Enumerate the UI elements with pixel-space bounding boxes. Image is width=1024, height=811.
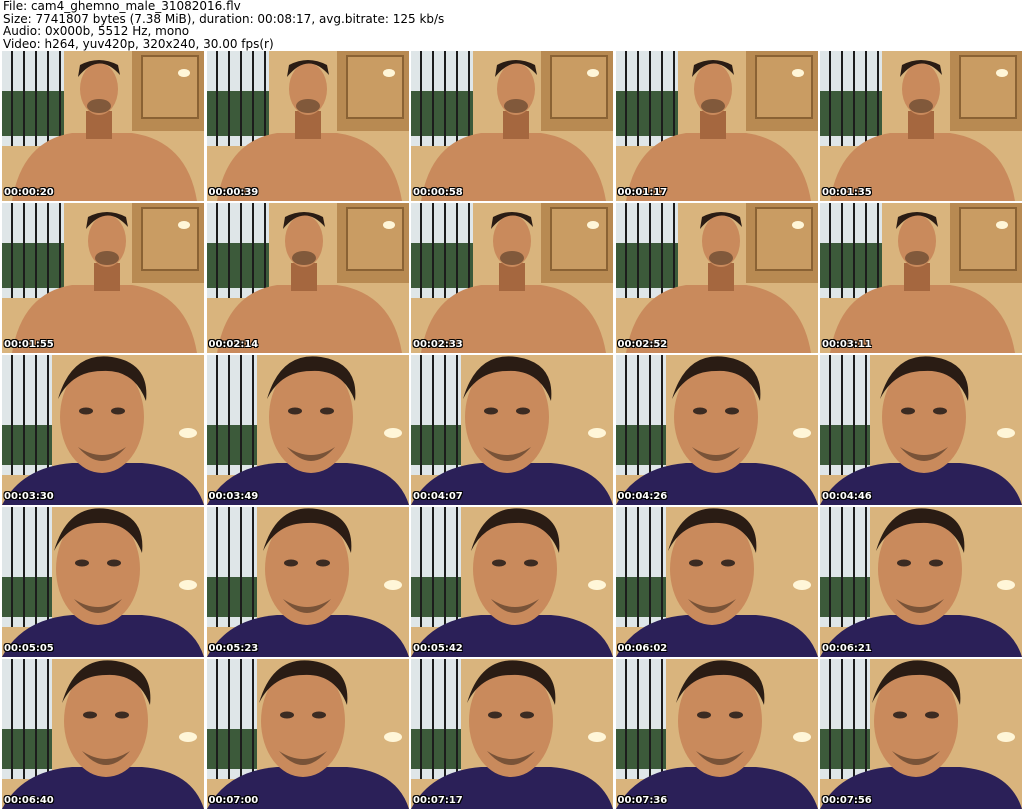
video-thumbnail[interactable]: 00:06:02 <box>615 507 818 657</box>
video-thumbnail[interactable]: 00:00:20 <box>2 51 204 201</box>
thumbnail-frame-image <box>411 51 613 201</box>
thumbnail-frame-image <box>411 659 613 809</box>
thumbnail-timestamp: 00:07:36 <box>617 795 668 806</box>
video-thumbnail[interactable]: 00:00:58 <box>411 51 613 201</box>
video-thumbnail[interactable]: 00:04:26 <box>615 355 818 505</box>
thumbnail-timestamp: 00:05:05 <box>4 643 54 654</box>
thumbnail-timestamp: 00:04:26 <box>617 491 668 502</box>
video-thumbnail[interactable]: 00:04:46 <box>820 355 1022 505</box>
thumbnail-frame-image <box>2 203 204 353</box>
video-thumbnail[interactable]: 00:05:05 <box>2 507 204 657</box>
thumbnail-timestamp: 00:05:42 <box>413 643 463 654</box>
thumbnail-frame-image <box>820 203 1022 353</box>
video-thumbnail[interactable]: 00:01:35 <box>820 51 1022 201</box>
thumbnail-timestamp: 00:04:07 <box>413 491 463 502</box>
video-thumbnail[interactable]: 00:06:21 <box>820 507 1022 657</box>
thumbnail-timestamp: 00:07:17 <box>413 795 463 806</box>
video-thumbnail[interactable]: 00:00:39 <box>206 51 409 201</box>
thumbnail-frame-image <box>615 51 818 201</box>
thumbnail-frame-image <box>206 659 409 809</box>
thumbnail-timestamp: 00:06:40 <box>4 795 54 806</box>
audio-info-line: Audio: 0x000b, 5512 Hz, mono <box>3 24 190 39</box>
file-info-header: File: cam4_ghemno_male_31082016.flv Size… <box>3 0 444 50</box>
video-thumbnail[interactable]: 00:06:40 <box>2 659 204 809</box>
video-thumbnail[interactable]: 00:05:23 <box>206 507 409 657</box>
thumbnail-timestamp: 00:02:52 <box>617 339 668 350</box>
video-thumbnail[interactable]: 00:07:56 <box>820 659 1022 809</box>
thumbnail-timestamp: 00:07:56 <box>822 795 872 806</box>
thumbnail-frame-image <box>615 659 818 809</box>
thumbnail-frame-image <box>411 203 613 353</box>
thumbnail-frame-image <box>206 203 409 353</box>
thumbnail-timestamp: 00:04:46 <box>822 491 872 502</box>
video-thumbnail[interactable]: 00:02:52 <box>615 203 818 353</box>
video-info-line: Video: h264, yuv420p, 320x240, 30.00 fps… <box>3 36 274 51</box>
thumbnail-timestamp: 00:03:30 <box>4 491 54 502</box>
thumbnail-frame-image <box>615 355 818 505</box>
thumbnail-frame-image <box>206 507 409 657</box>
video-thumbnail[interactable]: 00:03:49 <box>206 355 409 505</box>
video-thumbnail[interactable]: 00:03:30 <box>2 355 204 505</box>
thumbnail-frame-image <box>206 355 409 505</box>
video-thumbnail[interactable]: 00:07:17 <box>411 659 613 809</box>
thumbnail-frame-image <box>2 51 204 201</box>
thumbnail-timestamp: 00:03:11 <box>822 339 872 350</box>
thumbnail-frame-image <box>2 659 204 809</box>
video-thumbnail[interactable]: 00:02:33 <box>411 203 613 353</box>
video-thumbnail[interactable]: 00:07:00 <box>206 659 409 809</box>
thumbnail-frame-image <box>2 355 204 505</box>
video-thumbnail[interactable]: 00:01:55 <box>2 203 204 353</box>
thumbnail-timestamp: 00:01:17 <box>617 187 668 198</box>
file-name-line: File: cam4_ghemno_male_31082016.flv <box>3 0 241 13</box>
thumbnail-frame-image <box>820 51 1022 201</box>
thumbnail-frame-image <box>2 507 204 657</box>
video-thumbnail[interactable]: 00:04:07 <box>411 355 613 505</box>
thumbnail-frame-image <box>411 507 613 657</box>
thumbnail-frame-image <box>206 51 409 201</box>
thumbnail-frame-image <box>820 659 1022 809</box>
thumbnail-frame-image <box>615 203 818 353</box>
thumbnail-timestamp: 00:01:35 <box>822 187 872 198</box>
thumbnail-timestamp: 00:00:58 <box>413 187 463 198</box>
video-thumbnail[interactable]: 00:02:14 <box>206 203 409 353</box>
video-thumbnail[interactable]: 00:05:42 <box>411 507 613 657</box>
thumbnail-grid: 00:00:20 00:00:39 00:00:58 00:01:17 00:0… <box>2 51 1022 810</box>
thumbnail-frame-image <box>820 507 1022 657</box>
thumbnail-timestamp: 00:02:33 <box>413 339 463 350</box>
video-thumbnail[interactable]: 00:01:17 <box>615 51 818 201</box>
thumbnail-timestamp: 00:06:02 <box>617 643 668 654</box>
thumbnail-timestamp: 00:02:14 <box>208 339 259 350</box>
video-thumbnail[interactable]: 00:03:11 <box>820 203 1022 353</box>
thumbnail-timestamp: 00:05:23 <box>208 643 259 654</box>
video-thumbnail[interactable]: 00:07:36 <box>615 659 818 809</box>
thumbnail-frame-image <box>820 355 1022 505</box>
thumbnail-timestamp: 00:03:49 <box>208 491 259 502</box>
thumbnail-frame-image <box>615 507 818 657</box>
thumbnail-timestamp: 00:06:21 <box>822 643 872 654</box>
thumbnail-timestamp: 00:07:00 <box>208 795 259 806</box>
thumbnail-timestamp: 00:00:39 <box>208 187 259 198</box>
thumbnail-frame-image <box>411 355 613 505</box>
thumbnail-timestamp: 00:00:20 <box>4 187 54 198</box>
thumbnail-timestamp: 00:01:55 <box>4 339 54 350</box>
